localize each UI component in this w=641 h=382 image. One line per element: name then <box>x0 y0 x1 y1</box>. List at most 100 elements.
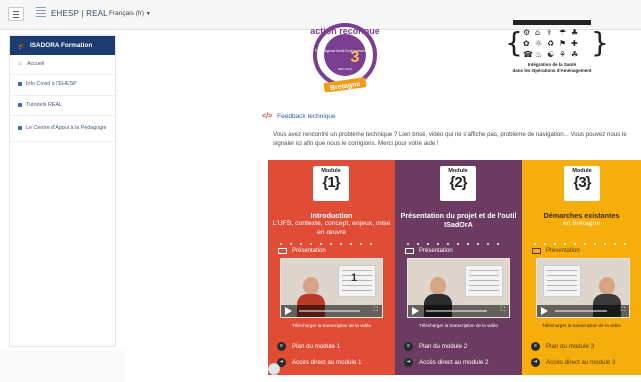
progress-dot <box>584 243 586 245</box>
fullscreen-icon[interactable]: ⛶ <box>501 307 505 314</box>
progress-dot <box>310 243 312 245</box>
video-player[interactable]: ⛶ <box>407 258 510 318</box>
sidebar-item-centre-appui[interactable]: Le Centre d'Appui à la Pédagogie <box>10 116 115 143</box>
module-title: Démarches existantes en Bretagne <box>526 211 637 229</box>
fullscreen-icon[interactable]: ⛶ <box>374 307 378 314</box>
svg-text:{: { <box>505 26 523 59</box>
download-transcript-link[interactable]: Télécharger la transcription de la vidéo <box>522 323 641 328</box>
progress-dot <box>417 243 419 245</box>
video-slide <box>543 265 581 297</box>
graduation-cap-icon: 🎓 <box>18 43 26 50</box>
progress-dot <box>370 243 372 245</box>
progress-dots <box>280 243 383 246</box>
progress-dot <box>624 243 626 245</box>
video-progress-bar[interactable] <box>299 310 360 312</box>
sidebar-item-tutoriels[interactable]: Tutoriels REAL <box>10 96 115 116</box>
progress-dot <box>594 243 596 245</box>
access-label: Accès direct au module 3 <box>546 358 616 366</box>
progress-dots <box>407 243 510 246</box>
progress-dot <box>554 243 556 245</box>
access-module-1-link[interactable]: ➜ Accès direct au module 1 <box>277 356 387 368</box>
module-badge: Module {3} <box>564 166 600 201</box>
ehesp-logo-icon[interactable] <box>36 7 46 23</box>
page-icon <box>18 102 22 107</box>
sidebar-course-title[interactable]: 🎓 ISADORA Formation <box>10 36 115 55</box>
presentation-heading: Présentation <box>278 248 385 254</box>
download-transcript-link[interactable]: Télécharger la transcription de la vidéo <box>395 323 522 328</box>
module-card-1[interactable]: Module {1} Introduction L'UFS, contexte,… <box>268 160 395 375</box>
feedback-link[interactable]: </> Feedback technique <box>262 113 336 120</box>
progress-dot <box>477 243 479 245</box>
slide-number: 1 <box>351 272 358 284</box>
play-icon[interactable] <box>541 307 548 315</box>
download-transcript-link[interactable]: Télécharger la transcription de la vidéo <box>268 323 395 328</box>
language-selector[interactable]: Français (fr) ▼ <box>109 10 151 17</box>
list-icon: ≡ <box>277 341 286 351</box>
module-card-3[interactable]: Module {3} Démarches existantes en Breta… <box>522 160 641 375</box>
plan-module-1-link[interactable]: ≡ Plan du module 1 <box>277 340 387 352</box>
module-subtitle: L'UFS, contexte, concept, enjeux, mise e… <box>272 220 391 237</box>
chevron-down-icon: ▼ <box>145 11 151 17</box>
plan-module-2-link[interactable]: ≡ Plan du module 2 <box>404 340 514 352</box>
svg-text:⚘: ⚘ <box>559 50 566 59</box>
module-title: Présentation du projet et de l'outil ISa… <box>399 211 518 230</box>
progress-dot <box>280 243 282 245</box>
progress-dot <box>360 243 362 245</box>
sidebar-item-label: Tutoriels REAL <box>26 101 63 108</box>
sidebar-item-accueil[interactable]: ⌂ Accueil <box>10 55 115 76</box>
progress-dot <box>340 243 342 245</box>
feedback-link-label: Feedback technique <box>277 113 336 120</box>
video-player[interactable]: 1 ⛶ <box>280 258 383 318</box>
module-card-2[interactable]: Module {2} Présentation du projet et de … <box>395 160 522 375</box>
svg-text:⌂: ⌂ <box>535 28 540 37</box>
code-icon: </> <box>262 113 273 120</box>
video-progress-bar[interactable] <box>555 310 607 312</box>
progress-dot <box>300 243 302 245</box>
play-icon[interactable] <box>285 307 292 315</box>
progress-dot <box>564 243 566 245</box>
access-module-2-link[interactable]: ➜ Accès direct au module 2 <box>404 356 514 368</box>
svg-text:♨: ♨ <box>535 50 542 59</box>
video-icon <box>278 248 287 254</box>
hamburger-menu-button[interactable] <box>8 7 24 21</box>
progress-dot <box>427 243 429 245</box>
svg-text:✚: ✚ <box>571 39 578 48</box>
video-progress-bar[interactable] <box>426 310 487 312</box>
module-number-value: 1 <box>327 174 335 191</box>
scroll-to-top-button[interactable] <box>268 363 280 375</box>
svg-text:}: } <box>591 26 609 59</box>
sidebar-item-info-covid[interactable]: Info Covid à l'EHESP <box>10 75 115 96</box>
sidebar-title-label: ISADORA Formation <box>29 42 93 49</box>
progress-dot <box>330 243 332 245</box>
prse-bretagne-seal-logo: action reconnue Plan Régional Santé Envi… <box>310 23 380 92</box>
svg-text:⚕: ⚕ <box>547 28 551 37</box>
module-number-value: 2 <box>454 174 462 191</box>
access-module-3-link[interactable]: ➜ Accès direct au module 3 <box>531 356 633 368</box>
plan-module-3-link[interactable]: ≡ Plan du module 3 <box>531 340 633 352</box>
svg-text:♻: ♻ <box>547 39 554 48</box>
progress-dot <box>457 243 459 245</box>
progress-dot <box>534 243 536 245</box>
presentation-heading: Présentation <box>532 248 631 254</box>
seal-top-text: action reconnue <box>310 26 380 36</box>
svg-text:☘: ☘ <box>571 50 578 59</box>
page-icon <box>18 82 22 87</box>
progress-dot <box>614 243 616 245</box>
list-icon: ≡ <box>531 341 540 351</box>
module-number-value: 3 <box>578 174 586 191</box>
presentation-label: Présentation <box>292 248 326 254</box>
arrow-right-icon: ➜ <box>531 357 540 367</box>
video-controls: ⛶ <box>408 305 509 317</box>
access-label: Accès direct au module 1 <box>292 358 362 366</box>
site-brand[interactable]: EHESP | REAL <box>51 9 108 18</box>
module-number: {3} <box>573 174 591 191</box>
isadora-caption: Intégration de la Santé dans les Opérati… <box>493 62 611 74</box>
presentation-label: Présentation <box>546 248 580 254</box>
video-slide: 1 <box>338 265 376 297</box>
presentation-heading: Présentation <box>405 248 512 254</box>
svg-text:✿: ✿ <box>523 39 530 48</box>
video-player[interactable]: ⛶ <box>536 258 630 318</box>
fullscreen-icon[interactable]: ⛶ <box>621 307 625 314</box>
plan-label: Plan du module 3 <box>546 342 595 350</box>
play-icon[interactable] <box>412 307 419 315</box>
